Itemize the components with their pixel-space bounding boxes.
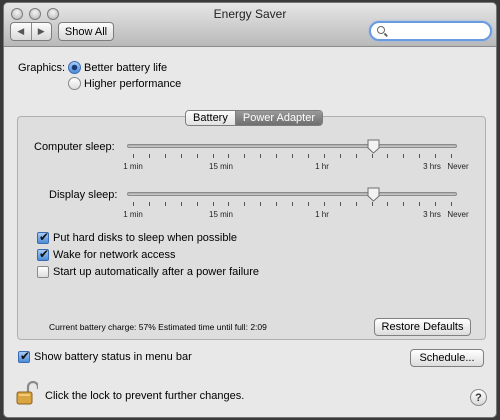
hard-disks-sleep-checkbox[interactable] [37, 230, 49, 244]
tab-power-adapter[interactable]: Power Adapter [234, 111, 323, 125]
display-sleep-slider[interactable]: 1 min 15 min 1 hr 3 hrs Never [123, 187, 469, 231]
slider-tick [133, 202, 134, 206]
slider-tick [213, 154, 214, 158]
slider-tick [276, 154, 277, 158]
search-field[interactable] [369, 21, 492, 41]
slider-tick [197, 154, 198, 158]
show-battery-status-checkbox[interactable] [18, 349, 30, 363]
restore-defaults-button[interactable]: Restore Defaults [374, 318, 471, 336]
computer-sleep-label: Computer sleep: [34, 141, 115, 153]
startup-after-power-failure-checkbox[interactable] [37, 266, 49, 278]
slider-tick [244, 202, 245, 206]
time-until-full-label: Estimated time until full: [158, 322, 248, 332]
slider-track [127, 144, 457, 148]
show-battery-status-label: Show battery status in menu bar [34, 351, 192, 363]
computer-sleep-slider-thumb[interactable] [367, 139, 380, 154]
search-icon [377, 26, 385, 34]
slider-tick [403, 202, 404, 206]
tick-label-never: Never [447, 210, 469, 219]
slider-tick [451, 202, 452, 206]
schedule-button[interactable]: Schedule... [410, 349, 484, 367]
slider-tick [340, 154, 341, 158]
slider-track [127, 192, 457, 196]
slider-tick [308, 154, 309, 158]
slider-tick [228, 202, 229, 206]
help-button[interactable]: ? [470, 389, 487, 406]
slider-tick [165, 202, 166, 206]
title-bar: Energy Saver ◀ ▶ Show All [4, 3, 496, 47]
wake-network-checkbox[interactable] [37, 247, 49, 261]
back-arrow-icon[interactable]: ◀ [11, 23, 32, 40]
tick-label-1-hr: 1 hr [315, 162, 329, 171]
back-forward-control: ◀ ▶ [10, 22, 52, 41]
slider-tick [165, 154, 166, 158]
slider-tick [276, 202, 277, 206]
hard-disks-sleep-label: Put hard disks to sleep when possible [53, 232, 238, 244]
slider-tick [181, 202, 182, 206]
radio-label-higher-performance: Higher performance [84, 78, 182, 90]
slider-tick [292, 202, 293, 206]
radio-label-better-battery-life: Better battery life [84, 62, 168, 74]
slider-tick [451, 154, 452, 158]
tick-label-3-hrs: 3 hrs [423, 210, 441, 219]
slider-tick [340, 202, 341, 206]
graphics-label: Graphics: [18, 62, 66, 74]
startup-after-power-failure-label: Start up automatically after a power fai… [53, 266, 260, 278]
slider-tick [228, 154, 229, 158]
battery-charge-value: 57% [138, 322, 156, 332]
slider-tick [435, 154, 436, 158]
power-source-tabs: Battery Power Adapter [185, 110, 324, 126]
slider-tick [435, 202, 436, 206]
slider-tick [292, 154, 293, 158]
slider-tick [387, 202, 388, 206]
show-all-button[interactable]: Show All [58, 22, 114, 41]
slider-tick [213, 202, 214, 206]
slider-tick [419, 202, 420, 206]
slider-tick [372, 202, 373, 206]
time-until-full-value: 2:09 [250, 322, 267, 332]
slider-tick [244, 154, 245, 158]
tick-label-1-hr: 1 hr [315, 210, 329, 219]
slider-tick [356, 202, 357, 206]
unlocked-padlock-icon[interactable] [16, 381, 38, 405]
tick-label-1-min: 1 min [123, 162, 143, 171]
tick-label-never: Never [447, 162, 469, 171]
wake-network-label: Wake for network access [53, 249, 176, 261]
slider-tick [260, 154, 261, 158]
battery-charge-label: Current battery charge: [49, 322, 137, 332]
slider-tick [181, 154, 182, 158]
tick-label-15-min: 15 min [208, 210, 234, 219]
display-sleep-label: Display sleep: [49, 189, 118, 201]
display-sleep-slider-thumb[interactable] [367, 187, 380, 202]
slider-tick [372, 154, 373, 158]
battery-status-line: Current battery charge: 57% Estimated ti… [49, 322, 267, 332]
radio-higher-performance[interactable] [68, 77, 81, 90]
radio-better-battery-life[interactable] [68, 61, 81, 74]
tick-label-1-min: 1 min [123, 210, 143, 219]
lock-message: Click the lock to prevent further change… [45, 390, 245, 402]
forward-arrow-icon[interactable]: ▶ [32, 23, 52, 40]
slider-tick [356, 154, 357, 158]
slider-tick [403, 154, 404, 158]
slider-tick [419, 154, 420, 158]
slider-tick [308, 202, 309, 206]
slider-tick [324, 202, 325, 206]
tick-label-3-hrs: 3 hrs [423, 162, 441, 171]
slider-tick [260, 202, 261, 206]
slider-tick [324, 154, 325, 158]
tick-label-15-min: 15 min [208, 162, 234, 171]
slider-tick [149, 202, 150, 206]
slider-tick [387, 154, 388, 158]
slider-tick [133, 154, 134, 158]
slider-tick [197, 202, 198, 206]
computer-sleep-slider[interactable]: 1 min 15 min 1 hr 3 hrs Never [123, 139, 469, 183]
energy-saver-window: Energy Saver ◀ ▶ Show All Graphics: Bett… [3, 2, 497, 418]
tab-battery[interactable]: Battery [186, 111, 235, 125]
window-title: Energy Saver [213, 7, 287, 21]
slider-tick [149, 154, 150, 158]
